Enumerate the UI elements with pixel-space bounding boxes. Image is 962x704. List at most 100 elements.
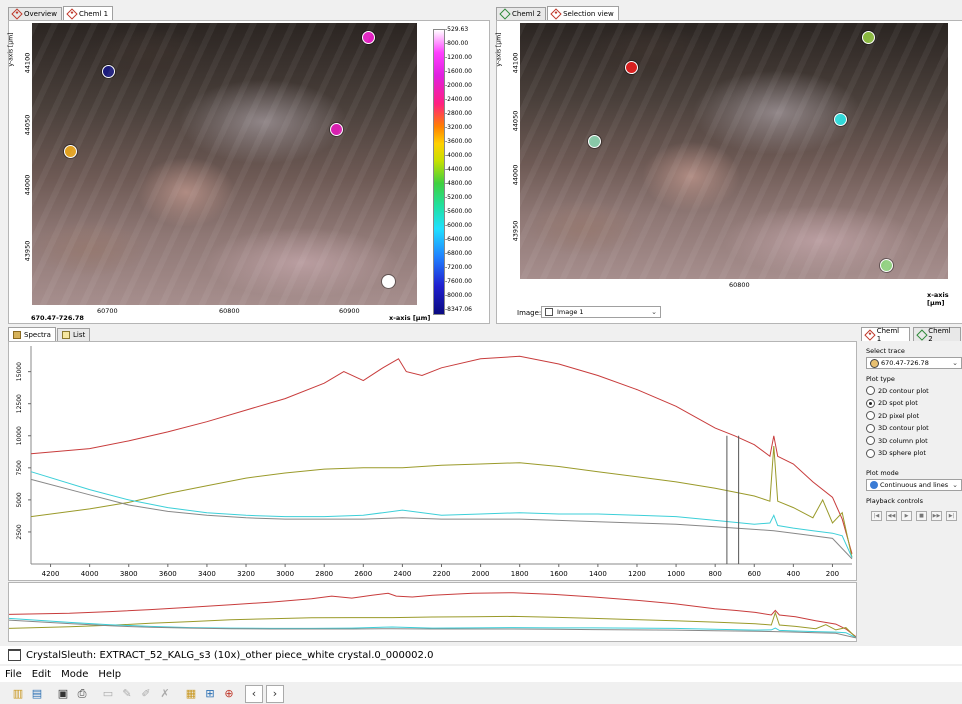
tab-label: Cheml 2 [512,10,542,18]
colorbar-label: -6800.00 [445,250,472,257]
spectra-icon [13,330,21,339]
save-icon[interactable]: ▣ [55,686,71,702]
plot-type-option[interactable]: 2D spot plot [866,398,918,408]
plot-type-option[interactable]: 2D contour plot [866,386,929,395]
menu-help[interactable]: Help [93,669,126,680]
y-tick-label: 2500 [16,524,23,539]
playback-button[interactable]: ▶ [901,511,912,521]
plot-mode-select[interactable]: Continuous and lines ⌄ [866,479,962,491]
spectrum-line[interactable] [30,445,853,558]
colorbar-label: -3200.00 [445,124,472,131]
spectra-chart[interactable]: 4200 4000 3800 3600 3400 3200 3000 2800 2600 2400… [9,342,856,580]
sample-image[interactable] [32,23,417,305]
playback-button[interactable]: |◀ [871,511,882,521]
tab-list[interactable]: List [56,328,91,341]
colorbar-label: -5600.00 [445,208,472,215]
x-tick-label: 600 [748,570,761,578]
x-tick-label: 1400 [589,570,607,578]
x-tick-label: 1600 [550,570,568,578]
menu-mode[interactable]: Mode [56,669,93,680]
plot-type-label: 3D column plot [878,436,928,445]
selection-spot[interactable] [625,61,638,74]
tab-cheml-2[interactable]: Cheml 2 [496,7,547,20]
tab-spectra[interactable]: Spectra [8,327,56,341]
selection-icon [550,7,562,20]
spectrum-line[interactable] [30,355,853,554]
colorbar-label: -8000.00 [445,292,472,299]
x-tick: 60700 [97,307,118,315]
tab-label: Selection view [563,9,614,18]
spectrum-line[interactable] [30,471,853,558]
plot-mode-value: Continuous and lines [880,481,949,489]
y-tick: 44100 [511,52,520,74]
colorbar-label: -6400.00 [445,236,472,243]
x-tick-label: 400 [787,570,800,578]
y-tick: 44000 [511,164,520,186]
radio-button[interactable] [866,448,875,458]
measurement-spot[interactable] [102,65,115,78]
colorbar-label: -7200.00 [445,264,472,271]
next-button[interactable]: › [266,684,284,703]
radio-button[interactable] [866,436,875,445]
window-icon [8,649,21,661]
image-label: Image: [517,309,542,317]
measurement-spot[interactable] [382,275,395,288]
plot-type-option[interactable]: 2D pixel plot [866,411,919,420]
selection-spot[interactable] [834,113,847,126]
previous-button[interactable]: ‹ [245,684,263,703]
image-select[interactable]: Image 1 ⌄ [541,306,661,318]
tab-selection-view[interactable]: Selection view [547,6,619,20]
window-title: CrystalSleuth: EXTRACT_52_KALG_s3 (10x)_… [26,649,434,661]
playback-button[interactable]: ▶| [946,511,957,521]
measurement-spot[interactable] [362,31,375,44]
x-tick-label: 4000 [81,570,99,578]
radio-button[interactable] [866,423,875,433]
selection-image[interactable] [520,23,948,279]
tab-cheml-1-control[interactable]: Cheml 1 [861,327,910,343]
left-image-panel: y-axis [µm] 44100 44050 44000 43950 6070… [8,20,490,324]
plot-type-option[interactable]: 3D sphere plot [866,448,926,458]
print-icon[interactable]: ⎙ [74,686,90,702]
spectra-bars-alt-icon[interactable]: ▤ [29,686,45,702]
plot-mode-label: Plot mode [866,469,899,477]
tab-cheml-1[interactable]: Cheml 1 [62,6,114,20]
spectra-overview-chart[interactable] [8,583,857,641]
playback-button[interactable]: ■ [916,511,927,521]
colorbar-label: -529.63 [445,26,469,33]
fit-chart-icon[interactable]: ▦ [183,686,199,702]
y-tick-label: 10000 [16,426,23,445]
playback-button[interactable]: ▶▶ [931,511,942,521]
selection-spot[interactable] [588,135,601,148]
chevron-down-icon: ⌄ [651,308,657,316]
radio-button[interactable] [866,386,875,395]
selection-spot[interactable] [880,259,893,272]
overview-icon [11,8,23,20]
right-image-panel: y-axis [µm] 44100 44050 44000 43950 6080… [496,20,962,324]
menu-file[interactable]: File [0,669,27,680]
measurement-spot[interactable] [64,145,77,158]
plot-type-option[interactable]: 3D column plot [866,436,928,445]
y-tick: 43950 [511,220,520,242]
plot-type-option[interactable]: 3D contour plot [866,423,929,433]
tab-cheml-2-control[interactable]: Cheml 2 [912,327,961,343]
right-tabbar: Cheml 2 Selection view [496,6,620,20]
x-tick-label: 3200 [237,570,255,578]
selection-spot[interactable] [862,31,875,44]
playback-button[interactable]: ◀◀ [886,511,897,521]
playback-label: Playback controls [866,497,923,505]
colorbar-label: -1200.00 [445,54,472,61]
left-tabbar: Overview Cheml 1 [8,6,114,20]
tab-overview[interactable]: Overview [8,7,62,20]
measurement-spot[interactable] [330,123,343,136]
spectra-bars-icon[interactable]: ▥ [10,686,26,702]
target-icon[interactable]: ⊕ [221,686,237,702]
trace-select[interactable]: 670.47-726.78 ⌄ [866,357,962,369]
menu-edit[interactable]: Edit [27,669,56,680]
radio-button[interactable] [866,411,875,420]
peak-icon[interactable]: ⊞ [202,686,218,702]
cheml-icon [864,328,876,341]
x-axis-label: x-axis [µm] [389,314,431,322]
x-tick-label: 800 [708,570,721,578]
radio-button[interactable] [866,398,875,408]
plot-type-label: 2D contour plot [878,386,929,395]
